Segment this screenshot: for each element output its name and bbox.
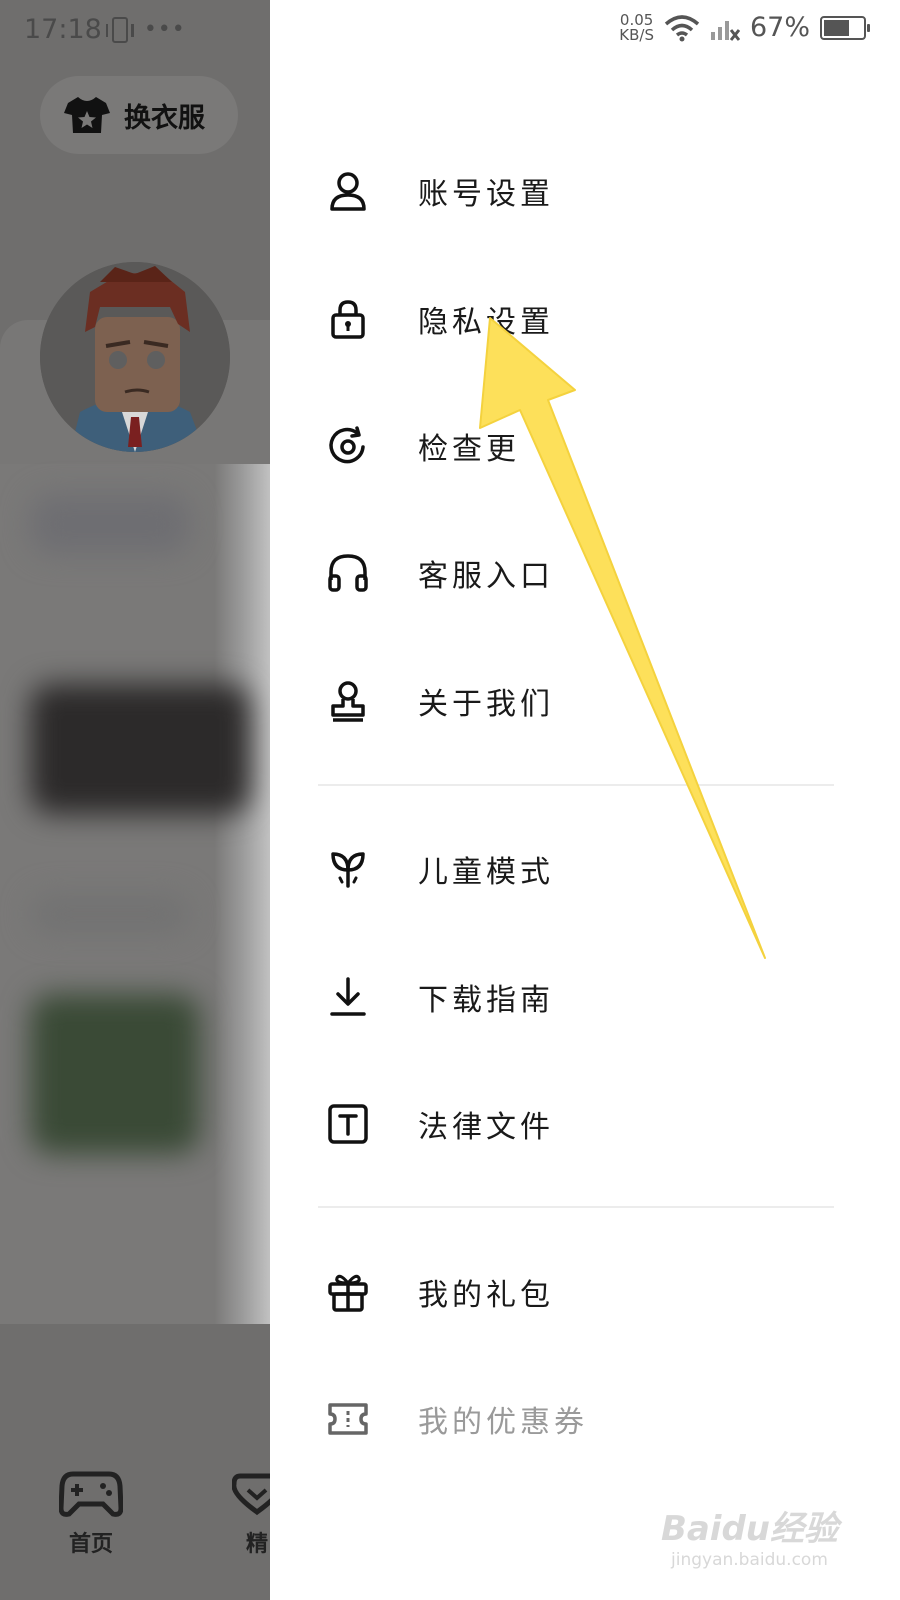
menu-item-label: 客服入口 bbox=[418, 559, 554, 594]
blurred-text-block bbox=[30, 894, 190, 934]
menu-item-label: 下载指南 bbox=[418, 983, 554, 1018]
menu-item-my-coupons[interactable]: 我的优惠券 bbox=[318, 1374, 838, 1464]
menu-item-check-update[interactable]: 检查更 bbox=[318, 401, 838, 491]
blurred-text-block bbox=[30, 494, 190, 554]
menu-item-label: 我的礼包 bbox=[418, 1278, 554, 1313]
shirt-icon bbox=[64, 97, 110, 133]
menu-item-label: 法律文件 bbox=[418, 1110, 554, 1145]
battery-percent: 67% bbox=[749, 12, 810, 43]
nav-home[interactable]: 首页 bbox=[56, 1470, 126, 1558]
background-app: 17:18 ••• 换衣服 首页 精 bbox=[0, 0, 275, 1600]
vibrate-icon bbox=[105, 16, 134, 43]
avatar[interactable] bbox=[40, 262, 230, 452]
menu-divider bbox=[318, 784, 834, 786]
network-speed-unit: KB/S bbox=[619, 25, 654, 44]
gamepad-icon bbox=[58, 1471, 124, 1517]
refresh-icon bbox=[318, 416, 378, 476]
change-outfit-button[interactable]: 换衣服 bbox=[40, 76, 238, 154]
signal-off-icon bbox=[710, 20, 740, 41]
blurred-content-area bbox=[0, 464, 275, 1324]
menu-item-privacy-settings[interactable]: 隐私设置 bbox=[318, 274, 838, 364]
nav-featured-label: 精 bbox=[245, 1531, 268, 1557]
menu-item-label: 账号设置 bbox=[418, 177, 554, 212]
battery-level-fill bbox=[824, 19, 850, 36]
menu-item-my-gift-pack[interactable]: 我的礼包 bbox=[318, 1247, 838, 1337]
status-bar-right: 0.05 KB/S 67% bbox=[619, 12, 870, 44]
stamp-icon bbox=[318, 671, 378, 731]
watermark-sub: jingyan.baidu.com bbox=[671, 1550, 828, 1570]
menu-item-customer-service[interactable]: 客服入口 bbox=[318, 528, 838, 618]
nav-featured[interactable]: 精 bbox=[231, 1470, 275, 1558]
headset-icon bbox=[318, 543, 378, 603]
user-icon bbox=[318, 161, 378, 221]
status-bar-left: 17:18 ••• bbox=[24, 14, 186, 45]
baidu-watermark: Baidu经验 jingyan.baidu.com bbox=[661, 1501, 838, 1570]
heart-icon bbox=[231, 1473, 275, 1516]
lock-icon bbox=[318, 289, 378, 349]
avatar-character-image bbox=[40, 262, 230, 452]
status-more-dots: ••• bbox=[143, 17, 186, 42]
menu-item-download-guide[interactable]: 下载指南 bbox=[318, 952, 838, 1042]
menu-item-label: 隐私设置 bbox=[418, 305, 554, 340]
blurred-image-thumbnail bbox=[30, 684, 250, 814]
battery-icon bbox=[820, 15, 870, 40]
menu-item-label: 检查更 bbox=[418, 432, 520, 467]
menu-item-legal-documents[interactable]: 法律文件 bbox=[318, 1079, 838, 1169]
settings-drawer: 0.05 KB/S 67% 账号设置 隐私设置 检查更 客服入口 关于我们 儿童… bbox=[270, 0, 900, 1600]
status-time: 17:18 bbox=[24, 14, 102, 45]
menu-divider bbox=[318, 1206, 834, 1208]
menu-item-account-settings[interactable]: 账号设置 bbox=[318, 146, 838, 236]
blurred-image-thumbnail bbox=[30, 994, 200, 1154]
menu-item-kids-mode[interactable]: 儿童模式 bbox=[318, 824, 838, 914]
menu-item-label: 儿童模式 bbox=[418, 855, 554, 890]
nav-home-label: 首页 bbox=[68, 1531, 113, 1557]
sprout-icon bbox=[318, 839, 378, 899]
wifi-icon bbox=[664, 14, 700, 41]
menu-item-about-us[interactable]: 关于我们 bbox=[318, 656, 838, 746]
gift-icon bbox=[318, 1262, 378, 1322]
download-icon bbox=[318, 967, 378, 1027]
menu-item-label: 我的优惠券 bbox=[418, 1405, 588, 1440]
network-speed: 0.05 KB/S bbox=[619, 12, 654, 44]
watermark-main: Baidu经验 bbox=[660, 1509, 838, 1549]
menu-item-label: 关于我们 bbox=[418, 687, 554, 722]
text-doc-icon bbox=[318, 1094, 378, 1154]
coupon-icon bbox=[318, 1389, 378, 1449]
change-outfit-label: 换衣服 bbox=[124, 102, 205, 134]
